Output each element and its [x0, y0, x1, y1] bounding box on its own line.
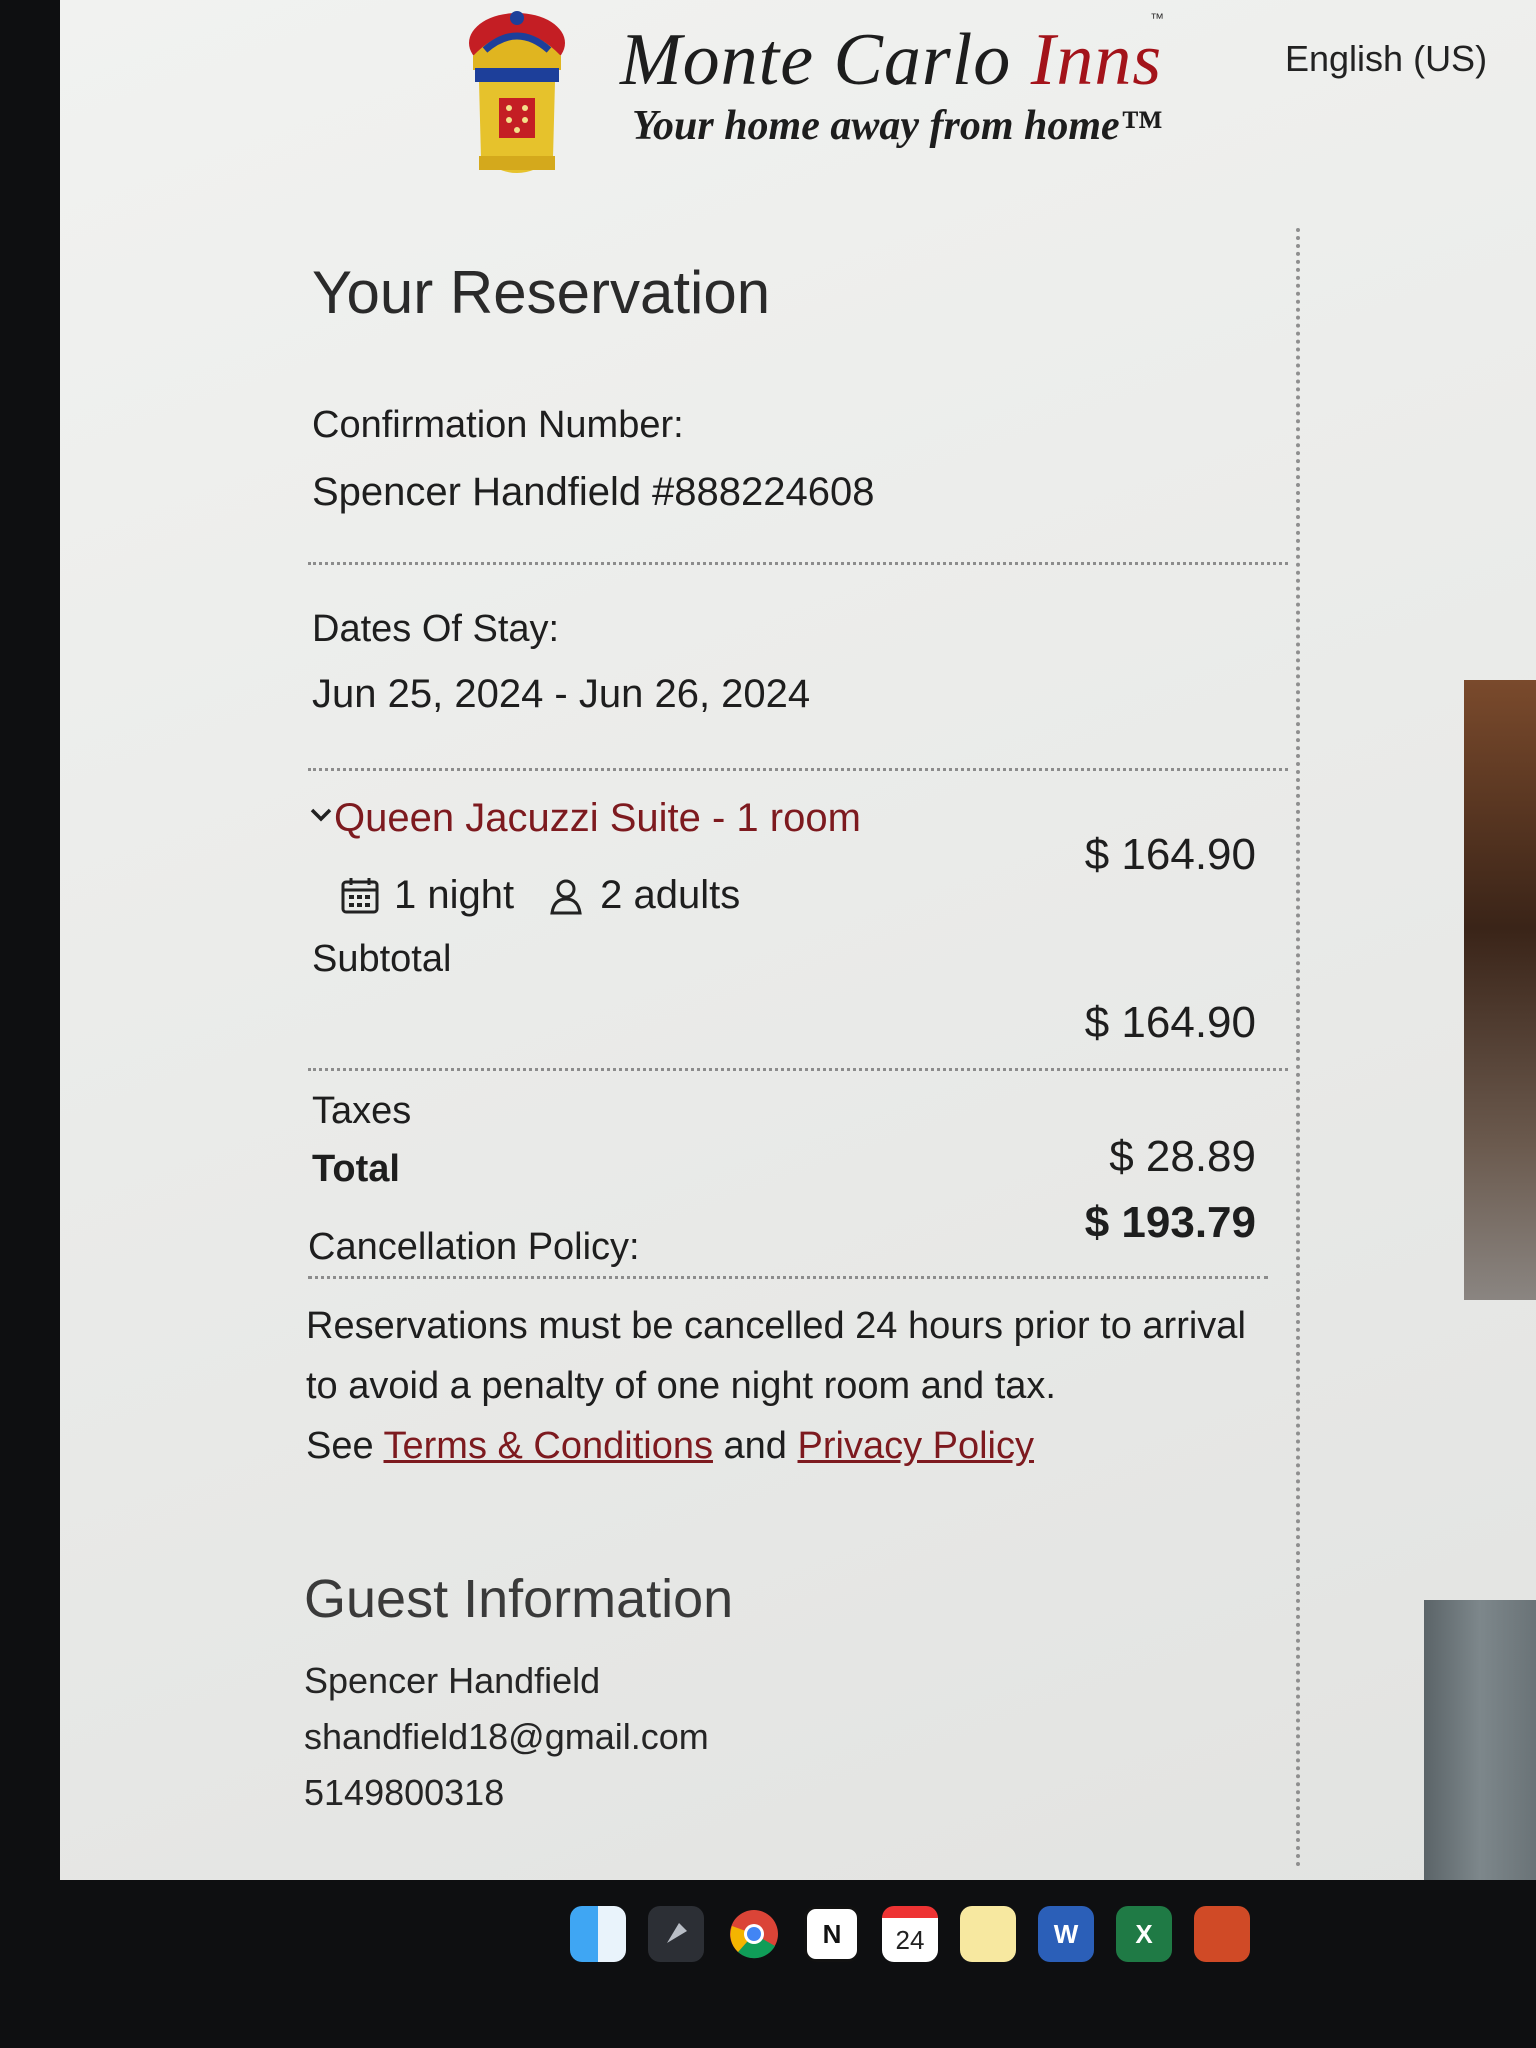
- browser-screen: Monte Carlo Inns ™ Your home away from h…: [60, 0, 1536, 1880]
- confirmation-guest-name: Spencer Handfield: [312, 470, 642, 514]
- confirmation-number: #888224608: [652, 470, 875, 514]
- notes-icon[interactable]: [960, 1906, 1016, 1962]
- room-price: $ 164.90: [1084, 830, 1256, 879]
- crest-logo[interactable]: [465, 8, 569, 193]
- person-icon: [550, 879, 582, 914]
- side-photo: [1464, 680, 1536, 1300]
- guest-phone: 5149800318: [304, 1772, 505, 1813]
- taxes-value: $ 28.89: [1109, 1132, 1256, 1181]
- taxes-label: Taxes: [312, 1090, 412, 1132]
- chevron-down-icon[interactable]: [308, 802, 334, 828]
- adults-count: 2 adults: [600, 873, 741, 917]
- guest-info-title: Guest Information: [304, 1569, 734, 1629]
- divider: [308, 562, 1288, 565]
- calendar-app-icon[interactable]: 24: [882, 1906, 938, 1962]
- subtotal-value: $ 164.90: [1084, 998, 1256, 1047]
- calendar-icon: [341, 877, 379, 913]
- see-text: See: [306, 1425, 374, 1467]
- trademark: ™: [1150, 10, 1164, 26]
- room-meta: 1 night 2 adults: [340, 873, 740, 918]
- nights-count: 1 night: [394, 873, 515, 917]
- guest-email: shandfield18@gmail.com: [304, 1716, 709, 1757]
- reservation-title: Your Reservation: [312, 259, 771, 326]
- cancellation-text: Reservations must be cancelled 24 hours …: [306, 1305, 1246, 1407]
- notion-icon[interactable]: N: [804, 1906, 860, 1962]
- terms-link[interactable]: Terms & Conditions: [384, 1425, 713, 1467]
- and-text: and: [723, 1425, 787, 1467]
- language-selector[interactable]: English (US): [1285, 38, 1487, 80]
- total-value: $ 193.79: [1084, 1198, 1256, 1247]
- powerpoint-icon[interactable]: [1194, 1906, 1250, 1962]
- chrome-icon[interactable]: [726, 1906, 782, 1962]
- dates-value: Jun 25, 2024 - Jun 26, 2024: [312, 672, 811, 716]
- guest-name: Spencer Handfield: [304, 1660, 601, 1701]
- side-photo-bottom: [1424, 1600, 1536, 1880]
- finder-icon[interactable]: [570, 1906, 626, 1962]
- total-label: Total: [312, 1148, 400, 1190]
- divider: [308, 1276, 1268, 1279]
- site-header: Monte Carlo Inns ™ Your home away from h…: [60, 0, 1536, 200]
- confirmation-label: Confirmation Number:: [312, 404, 684, 446]
- divider: [308, 768, 1288, 771]
- macos-dock: N 24 W X: [570, 1890, 1270, 2020]
- privacy-link[interactable]: Privacy Policy: [798, 1425, 1035, 1467]
- brand-name[interactable]: Monte Carlo Inns: [620, 18, 1162, 103]
- dates-label: Dates Of Stay:: [312, 608, 560, 650]
- reservation-card: Your Reservation Confirmation Number: Sp…: [300, 228, 1300, 1868]
- word-icon[interactable]: W: [1038, 1906, 1094, 1962]
- brand-tagline: Your home away from home™: [632, 103, 1162, 149]
- brand-name-inns: Inns: [1030, 19, 1163, 101]
- cancellation-label: Cancellation Policy:: [308, 1226, 640, 1268]
- room-name-toggle[interactable]: Queen Jacuzzi Suite - 1 room: [334, 796, 861, 841]
- excel-icon[interactable]: X: [1116, 1906, 1172, 1962]
- divider: [308, 1068, 1288, 1071]
- cancellation-policy: Reservations must be cancelled 24 hours …: [306, 1296, 1246, 1476]
- subtotal-label: Subtotal: [312, 938, 452, 980]
- rocket-icon[interactable]: [648, 1906, 704, 1962]
